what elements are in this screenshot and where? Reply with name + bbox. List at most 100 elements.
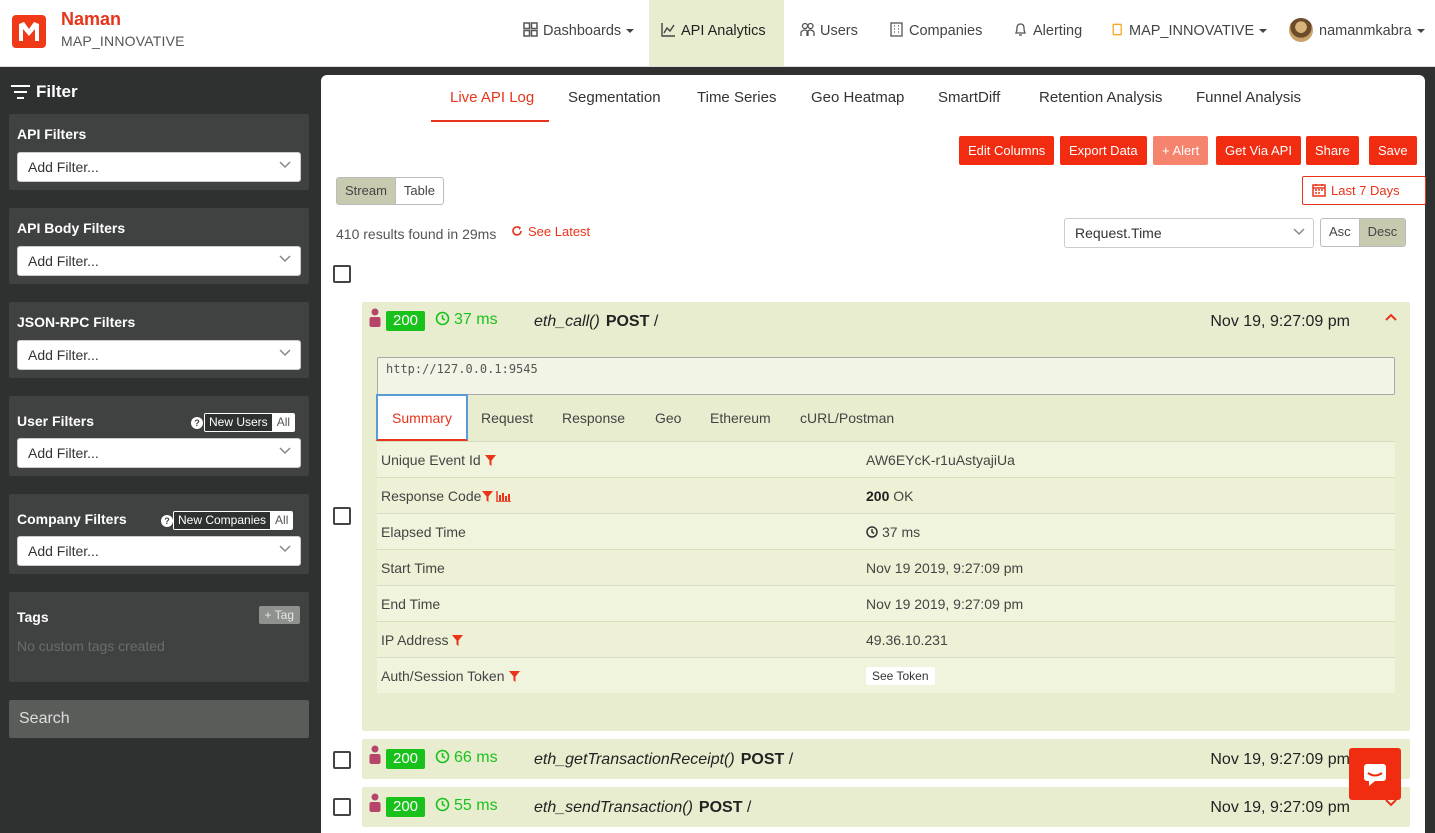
export-data-button[interactable]: Export Data xyxy=(1060,136,1147,165)
all-companies-toggle[interactable]: All xyxy=(271,512,293,529)
event-checkbox[interactable] xyxy=(333,507,351,525)
jsonrpc-filters-panel: JSON-RPC Filters Add Filter... xyxy=(9,302,309,378)
sort-order-toggle: Asc Desc xyxy=(1320,218,1407,247)
org-switcher[interactable]: MAP_INNOVATIVE xyxy=(1100,0,1279,66)
event-id-key: Unique Event Id xyxy=(381,452,481,468)
sort-asc-button[interactable]: Asc xyxy=(1321,219,1359,246)
see-token-button[interactable]: See Token xyxy=(866,667,935,685)
chevron-down-icon xyxy=(279,255,291,263)
tab-funnel-analysis[interactable]: Funnel Analysis xyxy=(1196,89,1301,106)
tab-smartdiff[interactable]: SmartDiff xyxy=(938,89,1000,106)
auth-token-key: Auth/Session Token xyxy=(381,668,505,684)
active-tab-underline xyxy=(431,120,549,122)
add-tag-button[interactable]: + Tag xyxy=(258,606,300,624)
response-code-key: Response Code xyxy=(381,488,482,504)
brand-name[interactable]: Naman xyxy=(61,9,121,30)
filter-icon[interactable] xyxy=(452,635,464,646)
table-view-button[interactable]: Table xyxy=(394,178,443,204)
help-icon[interactable]: ? xyxy=(161,515,173,527)
chevron-up-icon[interactable] xyxy=(1385,313,1397,321)
nav-companies[interactable]: Companies xyxy=(877,0,994,66)
event-checkbox[interactable] xyxy=(333,798,351,816)
clock-icon xyxy=(866,526,878,538)
subtab-request[interactable]: Request xyxy=(481,410,533,426)
jsonrpc-filter-select[interactable]: Add Filter... xyxy=(17,340,301,370)
filter-icon[interactable] xyxy=(482,491,494,502)
end-time-value: Nov 19 2019, 9:27:09 pm xyxy=(866,596,1024,612)
bar-chart-icon[interactable] xyxy=(496,491,512,502)
event-row-expanded[interactable]: 200 37 ms eth_call() POST / Nov 19, 9:27:… xyxy=(362,302,1410,731)
brand-org: MAP_INNOVATIVE xyxy=(61,33,185,49)
nav-users-label: Users xyxy=(820,23,858,39)
chevron-down-icon xyxy=(279,161,291,169)
subtab-ethereum[interactable]: Ethereum xyxy=(710,410,771,426)
building-icon xyxy=(890,22,903,37)
main-panel: Live API Log Segmentation Time Series Ge… xyxy=(321,75,1426,833)
new-companies-toggle[interactable]: New Companies xyxy=(174,512,272,529)
user-filters-label: User Filters xyxy=(17,413,95,429)
all-users-toggle[interactable]: All xyxy=(272,414,295,431)
user-icon xyxy=(369,308,381,327)
ip-key: IP Address xyxy=(381,632,449,648)
filter-icon[interactable] xyxy=(484,455,496,466)
user-menu[interactable]: namanmkabra xyxy=(1277,0,1435,66)
route-path: / xyxy=(746,799,752,816)
chevron-down-icon[interactable] xyxy=(1385,799,1397,807)
rpc-method: eth_call() xyxy=(534,313,600,330)
tab-segmentation[interactable]: Segmentation xyxy=(568,89,661,106)
clock-icon xyxy=(435,311,450,326)
edit-columns-button[interactable]: Edit Columns xyxy=(959,136,1055,165)
new-users-toggle[interactable]: New Users xyxy=(205,414,273,431)
nav-api-analytics[interactable]: API Analytics xyxy=(649,0,784,66)
elapsed-detail-value: 37 ms xyxy=(866,524,920,540)
nav-alerting[interactable]: Alerting xyxy=(1001,0,1094,66)
nav-dashboards[interactable]: Dashboards xyxy=(511,0,646,66)
subtab-summary[interactable]: Summary xyxy=(376,394,468,441)
event-method: eth_call() POST / xyxy=(534,313,658,331)
event-checkbox[interactable] xyxy=(333,751,351,769)
nav-api-analytics-label: API Analytics xyxy=(681,23,766,39)
share-button[interactable]: Share xyxy=(1306,136,1359,165)
http-verb: POST xyxy=(698,799,743,816)
sort-field-select[interactable]: Request.Time xyxy=(1064,218,1314,248)
refresh-icon xyxy=(512,226,522,236)
request-url-field[interactable]: http://127.0.0.1:9545 xyxy=(377,357,1395,395)
summary-key: Response Code xyxy=(381,488,512,504)
tags-panel: Tags + Tag No custom tags created xyxy=(9,592,309,682)
event-row[interactable]: 200 55 ms eth_sendTransaction() POST / No… xyxy=(362,787,1410,827)
tab-retention-analysis[interactable]: Retention Analysis xyxy=(1039,89,1162,106)
subtab-response[interactable]: Response xyxy=(562,410,625,426)
see-latest-link[interactable]: See Latest xyxy=(511,224,590,239)
add-alert-button[interactable]: + Alert xyxy=(1153,136,1209,165)
event-method: eth_sendTransaction() POST / xyxy=(534,799,751,817)
tab-time-series[interactable]: Time Series xyxy=(697,89,776,106)
api-body-filter-select[interactable]: Add Filter... xyxy=(17,246,301,276)
company-filter-select[interactable]: Add Filter... xyxy=(17,536,301,566)
search-input[interactable]: Search xyxy=(9,700,309,738)
start-time-value: Nov 19 2019, 9:27:09 pm xyxy=(866,560,1024,576)
moesif-logo-icon[interactable] xyxy=(12,15,46,48)
select-all-checkbox[interactable] xyxy=(333,265,351,283)
event-row[interactable]: 200 66 ms eth_getTransactionReceipt() POS… xyxy=(362,739,1410,779)
summary-key: Auth/Session Token xyxy=(381,668,520,684)
subtab-curl-postman[interactable]: cURL/Postman xyxy=(800,410,894,426)
tab-live-api-log[interactable]: Live API Log xyxy=(450,89,534,106)
get-via-api-button[interactable]: Get Via API xyxy=(1216,136,1301,165)
date-range-button[interactable]: Last 7 Days xyxy=(1302,176,1426,205)
top-navbar: Naman MAP_INNOVATIVE Dashboards API Anal… xyxy=(0,0,1435,67)
save-button[interactable]: Save xyxy=(1369,136,1417,165)
api-filter-select[interactable]: Add Filter... xyxy=(17,152,301,182)
stream-view-button[interactable]: Stream xyxy=(337,178,395,204)
view-toggle: Stream Table xyxy=(336,177,444,205)
tab-geo-heatmap[interactable]: Geo Heatmap xyxy=(811,89,904,106)
org-switcher-label: MAP_INNOVATIVE xyxy=(1129,23,1255,39)
subtab-geo[interactable]: Geo xyxy=(655,410,681,426)
filter-icon[interactable] xyxy=(508,671,520,682)
user-filter-select[interactable]: Add Filter... xyxy=(17,438,301,468)
help-icon[interactable]: ? xyxy=(191,417,203,429)
chat-widget-button[interactable] xyxy=(1349,748,1401,800)
jsonrpc-filter-placeholder: Add Filter... xyxy=(28,347,99,363)
sort-desc-button[interactable]: Desc xyxy=(1358,219,1406,246)
nav-users[interactable]: Users xyxy=(788,0,870,66)
user-icon xyxy=(369,793,381,812)
